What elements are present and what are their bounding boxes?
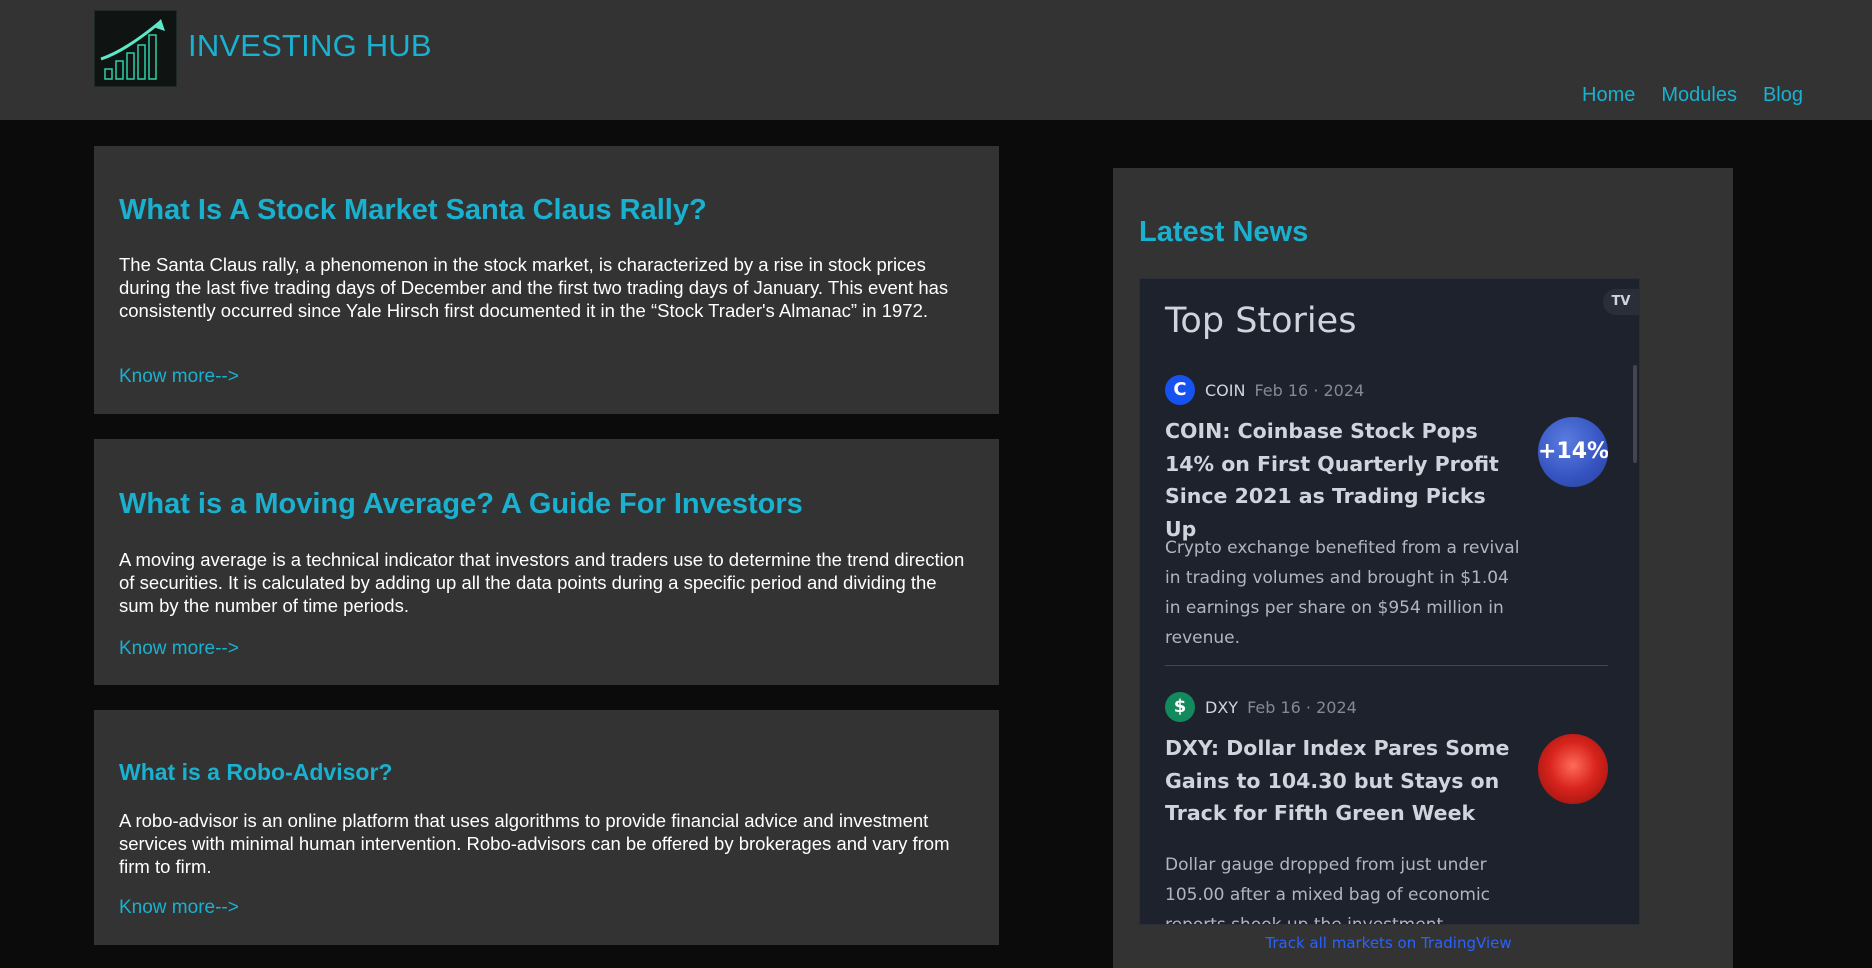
nav-blog[interactable]: Blog bbox=[1763, 84, 1803, 107]
news-story[interactable]: C COIN Feb 16 · 2024 COIN: Coinbase Stoc… bbox=[1165, 375, 1608, 648]
know-more-link[interactable]: Know more--> bbox=[119, 638, 239, 660]
article-title: What is a Robo-Advisor? bbox=[119, 759, 393, 785]
rising-bar-chart-icon bbox=[100, 19, 165, 80]
logo[interactable] bbox=[94, 10, 177, 87]
dollar-icon: $ bbox=[1165, 692, 1195, 722]
story-summary: Crypto exchange benefited from a revival… bbox=[1165, 538, 1520, 648]
story-summary: Dollar gauge dropped from just under 105… bbox=[1165, 855, 1491, 925]
know-more-link[interactable]: Know more--> bbox=[119, 897, 239, 919]
story-meta: C COIN Feb 16 · 2024 bbox=[1165, 375, 1608, 405]
article-card: What Is A Stock Market Santa Claus Rally… bbox=[94, 146, 999, 414]
story-headline[interactable]: COIN: Coinbase Stock Pops 14% on First Q… bbox=[1165, 415, 1520, 545]
article-title: What Is A Stock Market Santa Claus Rally… bbox=[119, 194, 707, 226]
story-divider bbox=[1165, 665, 1608, 666]
story-thumbnail: +14% bbox=[1538, 417, 1608, 487]
story-date: Feb 16 · 2024 bbox=[1254, 380, 1365, 400]
story-ticker: COIN bbox=[1205, 380, 1246, 400]
know-more-link[interactable]: Know more--> bbox=[119, 366, 239, 388]
tradingview-logo-icon[interactable]: TV bbox=[1603, 289, 1639, 315]
article-title: What is a Moving Average? A Guide For In… bbox=[119, 488, 803, 520]
top-stories-widget[interactable]: TV Top Stories C COIN Feb 16 · 2024 COIN… bbox=[1139, 278, 1640, 925]
latest-news-panel: Latest News TV Top Stories C COIN Feb 16… bbox=[1113, 168, 1733, 968]
tradingview-link[interactable]: Track all markets on TradingView bbox=[1139, 934, 1638, 952]
latest-news-title: Latest News bbox=[1139, 216, 1309, 248]
widget-heading: Top Stories bbox=[1165, 301, 1357, 341]
story-headline[interactable]: DXY: Dollar Index Pares Some Gains to 10… bbox=[1165, 732, 1520, 830]
article-body: A robo-advisor is an online platform tha… bbox=[119, 810, 950, 877]
story-date: Feb 16 · 2024 bbox=[1247, 697, 1357, 717]
story-thumbnail bbox=[1538, 734, 1608, 804]
nav-modules[interactable]: Modules bbox=[1661, 84, 1737, 107]
article-card: What is a Moving Average? A Guide For In… bbox=[94, 439, 999, 685]
brand-title[interactable]: INVESTING HUB bbox=[188, 28, 432, 64]
site-header: INVESTING HUB Home Modules Blog bbox=[0, 0, 1872, 120]
main-nav: Home Modules Blog bbox=[1582, 84, 1803, 107]
article-card: What is a Robo-Advisor? A robo-advisor i… bbox=[94, 710, 999, 945]
widget-scrollbar[interactable] bbox=[1633, 365, 1637, 463]
article-body: The Santa Claus rally, a phenomenon in t… bbox=[119, 254, 949, 321]
story-ticker: DXY bbox=[1205, 697, 1239, 717]
story-meta: $ DXY Feb 16 · 2024 bbox=[1165, 692, 1608, 722]
article-body: A moving average is a technical indicato… bbox=[119, 549, 965, 616]
news-story[interactable]: $ DXY Feb 16 · 2024 DXY: Dollar Index Pa… bbox=[1165, 692, 1608, 924]
nav-home[interactable]: Home bbox=[1582, 84, 1635, 107]
coinbase-icon: C bbox=[1165, 375, 1195, 405]
